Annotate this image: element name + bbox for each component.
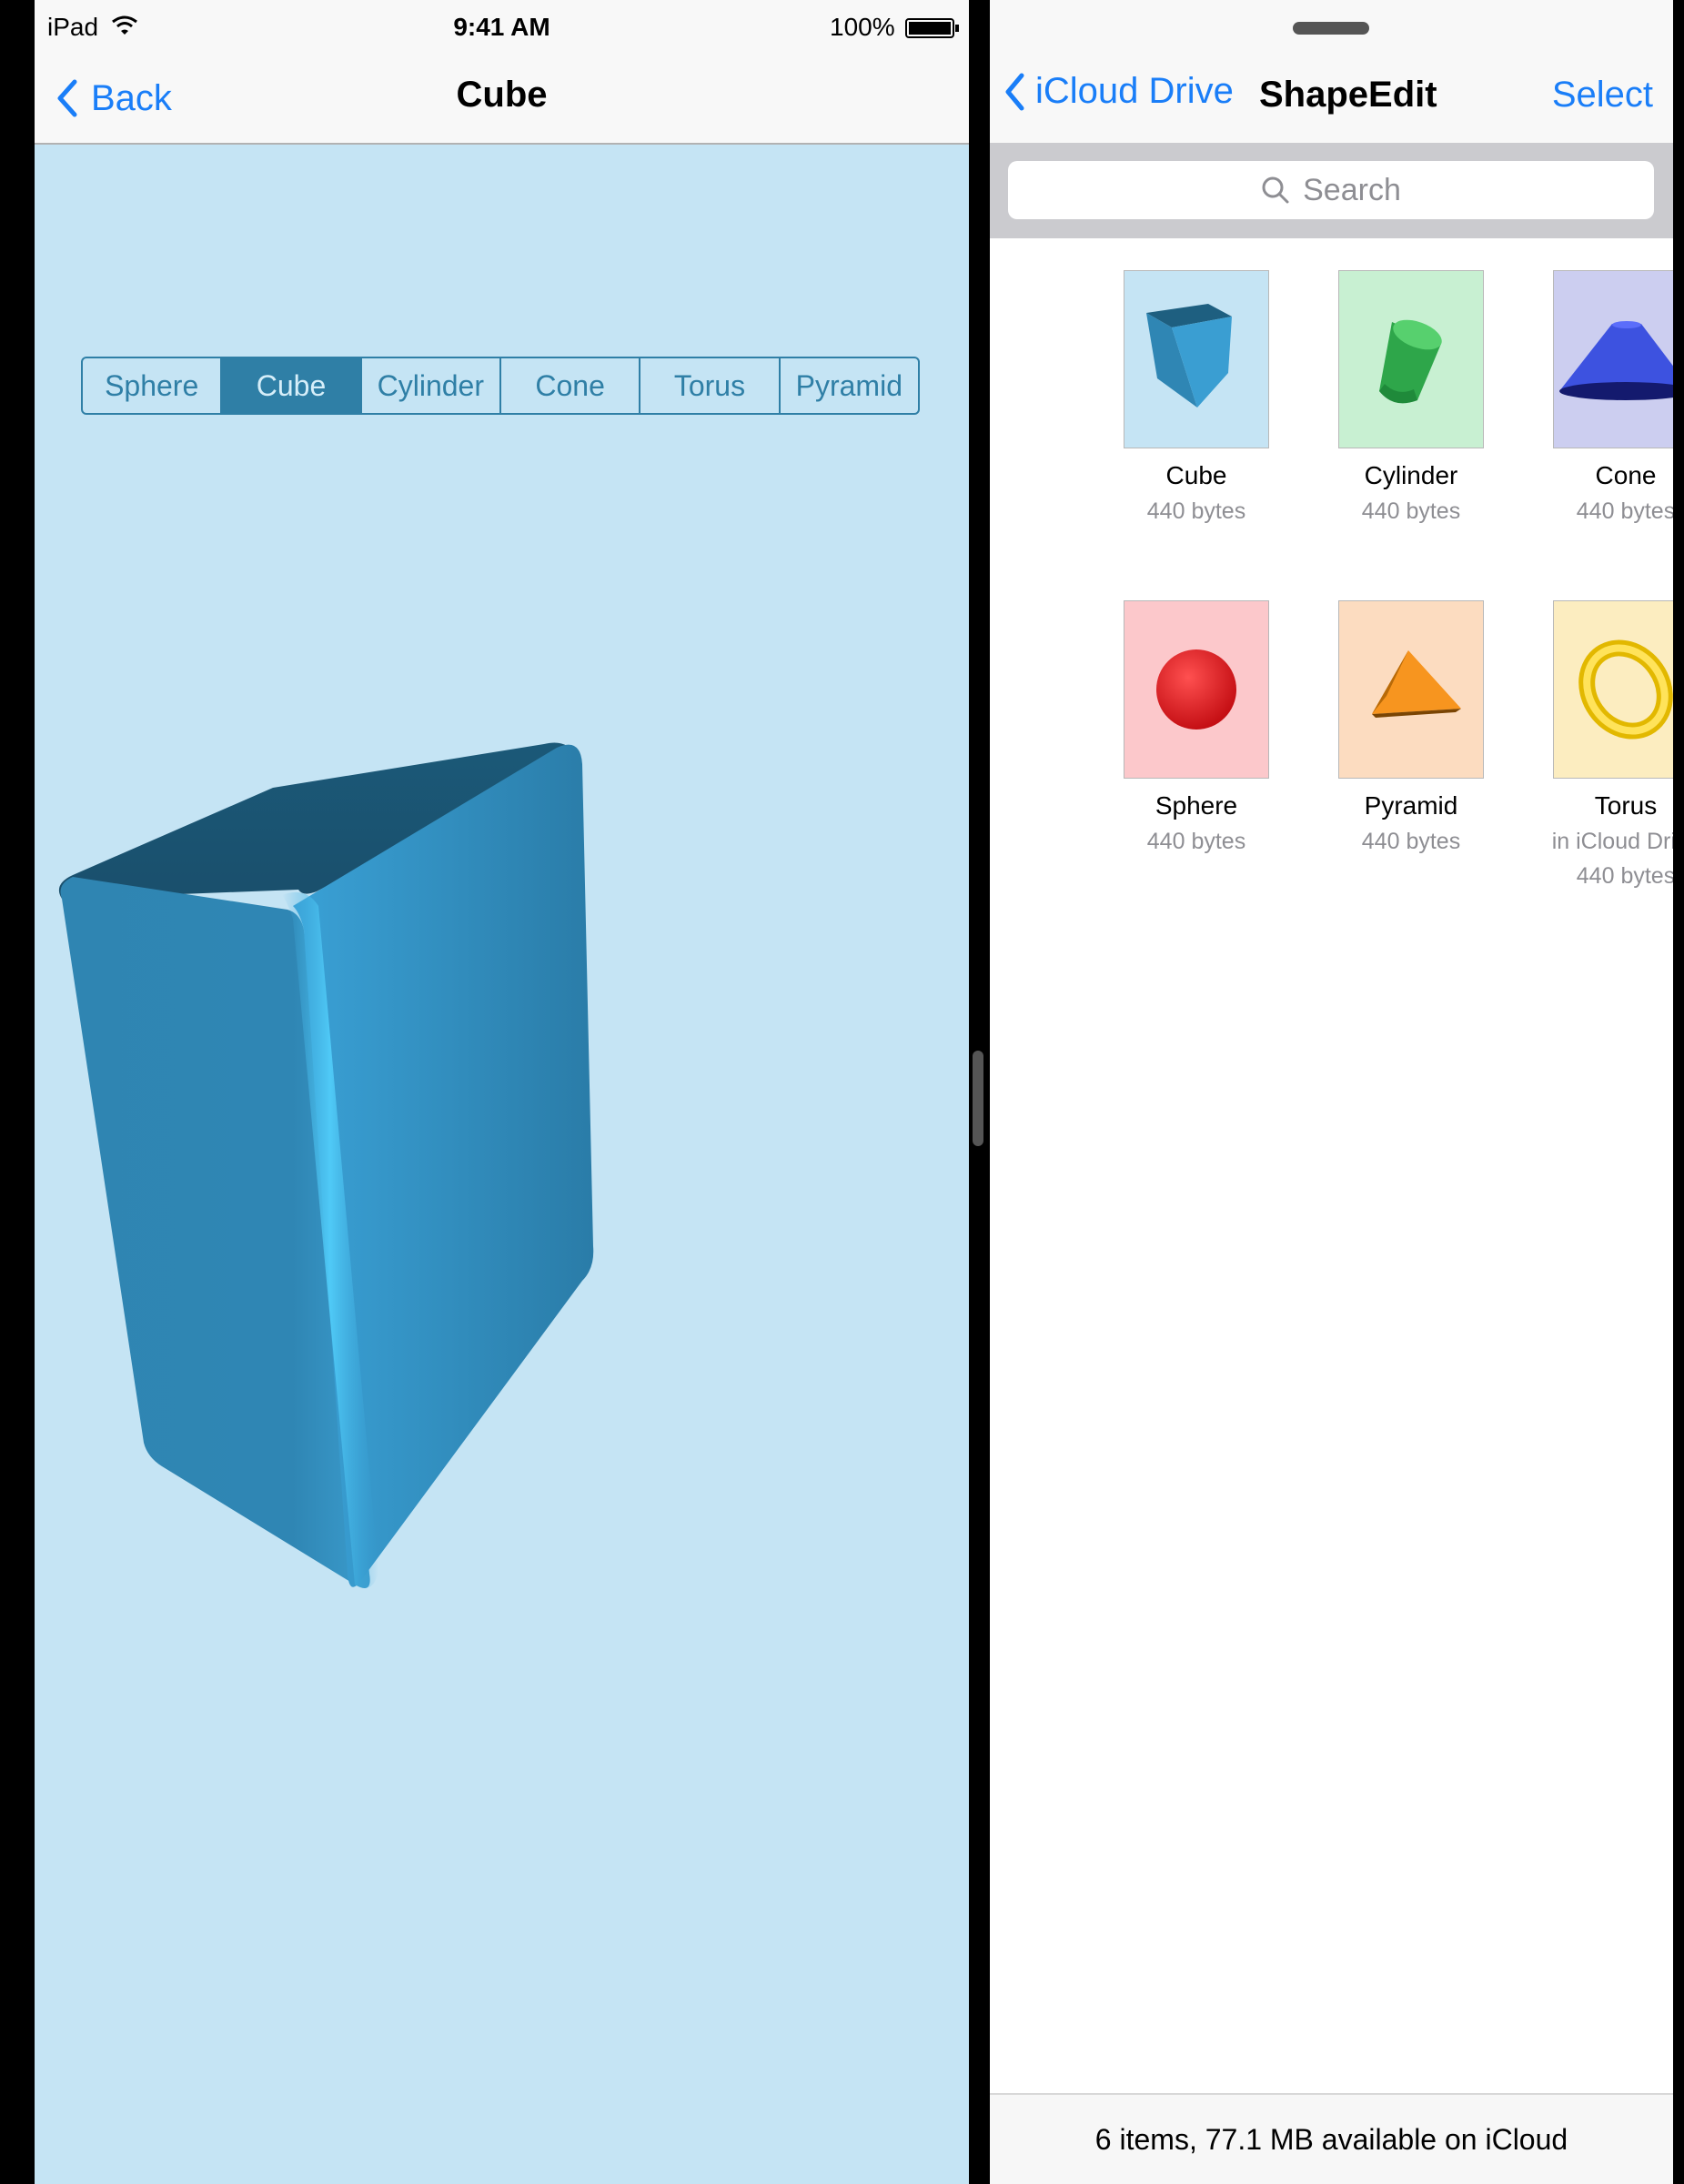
file-name: Pyramid <box>1364 791 1458 820</box>
search-input[interactable]: Search <box>1008 161 1654 219</box>
file-size: 440 bytes <box>1146 498 1246 524</box>
split-view-divider[interactable] <box>973 1051 983 1146</box>
file-tile-pyramid[interactable]: Pyramid 440 bytes <box>1316 600 1507 859</box>
navigation-bar: Back Cube <box>35 55 969 145</box>
file-thumbnail <box>1124 600 1269 779</box>
file-tile-sphere[interactable]: Sphere 440 bytes <box>1101 600 1292 859</box>
segment-cone[interactable]: Cone <box>501 358 641 413</box>
file-thumbnail <box>1553 600 1673 779</box>
file-size: 440 bytes <box>1576 498 1673 524</box>
segment-torus[interactable]: Torus <box>640 358 781 413</box>
file-tile-torus[interactable]: Torus in iCloud Drive 440 bytes <box>1530 600 1673 893</box>
file-tile-cylinder[interactable]: Cylinder 440 bytes <box>1316 270 1507 528</box>
browser-title: ShapeEdit <box>1259 75 1437 115</box>
icloud-drive-back-button[interactable]: iCloud Drive <box>1004 71 1234 112</box>
file-tile-cone[interactable]: Cone 440 bytes <box>1530 270 1673 528</box>
segment-sphere[interactable]: Sphere <box>83 358 223 413</box>
segment-cube[interactable]: Cube <box>222 358 362 413</box>
file-name: Cube <box>1165 461 1227 489</box>
document-browser-pane: iCloud Drive ShapeEdit Select Search Cub… <box>990 0 1673 2184</box>
segment-pyramid[interactable]: Pyramid <box>781 358 918 413</box>
search-icon <box>1262 176 1289 204</box>
file-thumbnail <box>1338 600 1484 779</box>
pyramid-icon <box>1372 650 1461 718</box>
file-name: Torus <box>1594 791 1658 820</box>
clock-label: 9:41 AM <box>453 13 550 41</box>
file-thumbnail <box>1338 270 1484 448</box>
file-tile-cube[interactable]: Cube 440 bytes <box>1101 270 1292 528</box>
cube-3d-view[interactable] <box>35 691 969 1619</box>
file-size: 440 bytes <box>1361 498 1461 524</box>
file-name: Cylinder <box>1364 461 1458 489</box>
segment-cylinder[interactable]: Cylinder <box>362 358 501 413</box>
search-bar: Search <box>990 143 1673 238</box>
file-thumbnail <box>1553 270 1673 448</box>
file-thumbnail <box>1124 270 1269 448</box>
file-size: 440 bytes <box>1576 863 1673 889</box>
battery-icon <box>905 18 959 38</box>
file-name: Cone <box>1595 461 1657 489</box>
sphere-icon <box>1156 649 1236 730</box>
file-location: in iCloud Drive <box>1551 829 1673 854</box>
icloud-drive-label: iCloud Drive <box>1035 71 1234 111</box>
shape-segmented-control[interactable]: Sphere Cube Cylinder Cone Torus Pyramid <box>81 357 920 415</box>
file-size: 440 bytes <box>1361 829 1461 854</box>
search-placeholder: Search <box>1303 172 1401 207</box>
storage-status-footer: 6 items, 77.1 MB available on iCloud <box>990 2093 1673 2184</box>
page-title: Cube <box>456 75 548 115</box>
torus-icon <box>1578 639 1673 740</box>
shape-editor-pane: iPad 9:41 AM Back Cube Sphere Cube Cylinde… <box>35 0 969 2184</box>
cube-icon <box>1146 304 1232 408</box>
file-size: 440 bytes <box>1146 829 1246 854</box>
cylinder-icon <box>1379 319 1442 404</box>
select-button[interactable]: Select <box>1552 75 1653 116</box>
cone-icon <box>1559 321 1673 400</box>
file-name: Sphere <box>1155 791 1238 820</box>
chevron-left-icon <box>1005 73 1024 110</box>
status-bar: iPad 9:41 AM <box>35 0 969 55</box>
